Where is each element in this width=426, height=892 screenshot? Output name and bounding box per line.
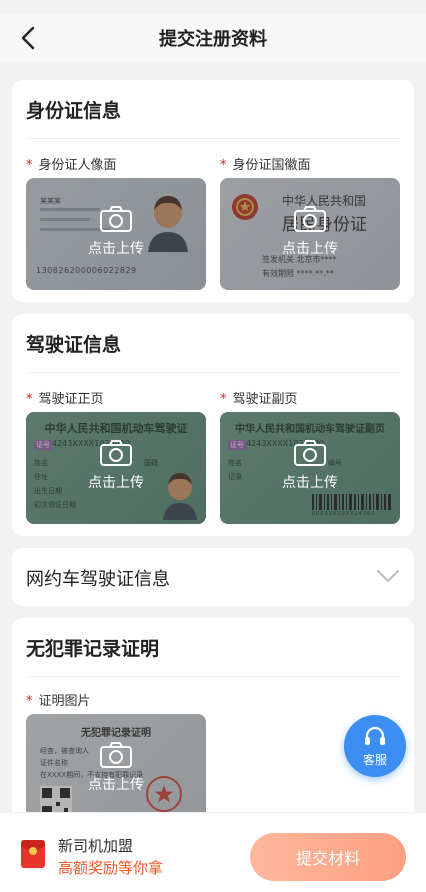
criminal-photo-label-text: 证明图片 bbox=[38, 694, 91, 709]
divider bbox=[26, 676, 400, 677]
criminal-photo-label: * 证明图片 bbox=[26, 690, 91, 709]
headset-icon bbox=[365, 726, 385, 745]
dl-main-label: * 驾驶证正页 bbox=[26, 388, 104, 407]
ride-hailing-section[interactable]: 网约车驾驶证信息 bbox=[12, 548, 414, 606]
required-star: * bbox=[220, 392, 227, 407]
camera-icon bbox=[294, 206, 326, 232]
section-title-driver-license: 驾驶证信息 bbox=[26, 334, 122, 356]
id-back-label: * 身份证国徽面 bbox=[220, 154, 311, 173]
upload-overlay bbox=[26, 412, 206, 524]
chevron-left-icon bbox=[21, 26, 35, 50]
section-title-ride-hailing: 网约车驾驶证信息 bbox=[26, 569, 170, 590]
customer-service-button[interactable]: 客服 bbox=[344, 715, 406, 777]
nav-bar: 提交注册资料 bbox=[0, 14, 426, 62]
section-title-criminal-record: 无犯罪记录证明 bbox=[26, 638, 160, 660]
upload-overlay bbox=[26, 178, 206, 290]
camera-icon bbox=[100, 206, 132, 232]
camera-icon bbox=[294, 440, 326, 466]
upload-text: 点击上传 bbox=[282, 241, 338, 257]
required-star: * bbox=[26, 392, 33, 407]
id-card-section: 身份证信息 * 身份证人像面 * 身份证国徽面 某某某 13082620000602… bbox=[12, 80, 414, 302]
divider bbox=[26, 138, 400, 139]
dl-sub-label: * 驾驶证副页 bbox=[220, 388, 298, 407]
promo-line-1: 新司机加盟 bbox=[58, 837, 134, 855]
divider bbox=[26, 372, 400, 373]
submit-button[interactable]: 提交材料 bbox=[250, 833, 406, 881]
id-front-label-text: 身份证人像面 bbox=[38, 158, 117, 173]
upload-text: 点击上传 bbox=[282, 475, 338, 491]
required-star: * bbox=[26, 158, 33, 173]
dl-main-upload[interactable]: 中华人民共和国机动车驾驶证 证号 4243XXXX1020000 姓名 国籍 住… bbox=[26, 412, 206, 524]
bottom-bar: 新司机加盟 高额奖励等你拿 提交材料 bbox=[0, 812, 426, 892]
dl-sub-label-text: 驾驶证副页 bbox=[232, 392, 298, 407]
page-title: 提交注册资料 bbox=[159, 29, 267, 50]
dl-sub-upload[interactable]: 中华人民共和国机动车驾驶证副页 证号 4243XXXX1020000 姓名 编号… bbox=[220, 412, 400, 524]
customer-service-label: 客服 bbox=[362, 753, 387, 767]
upload-text: 点击上传 bbox=[88, 475, 144, 491]
upload-overlay bbox=[220, 178, 400, 290]
dl-main-label-text: 驾驶证正页 bbox=[38, 392, 104, 407]
status-bar bbox=[0, 0, 426, 14]
red-envelope-icon bbox=[21, 840, 45, 868]
upload-text: 点击上传 bbox=[88, 241, 144, 257]
back-button[interactable] bbox=[12, 22, 44, 54]
required-star: * bbox=[220, 158, 227, 173]
id-front-upload[interactable]: 某某某 130826200006022829 点击上传 bbox=[26, 178, 206, 290]
upload-overlay bbox=[220, 412, 400, 524]
promo-line-2: 高额奖励等你拿 bbox=[58, 859, 164, 877]
camera-icon bbox=[100, 742, 132, 768]
camera-icon bbox=[100, 440, 132, 466]
id-front-label: * 身份证人像面 bbox=[26, 154, 117, 173]
section-title-id-card: 身份证信息 bbox=[26, 100, 122, 122]
upload-text: 点击上传 bbox=[88, 777, 144, 793]
id-back-upload[interactable]: 中华人民共和国 居民身份证 签发机关 北京市**** 有效期限 ****.**.… bbox=[220, 178, 400, 290]
required-star: * bbox=[26, 694, 33, 709]
id-back-label-text: 身份证国徽面 bbox=[232, 158, 311, 173]
chevron-down-icon[interactable] bbox=[376, 568, 400, 584]
driver-license-section: 驾驶证信息 * 驾驶证正页 * 驾驶证副页 中华人民共和国机动车驾驶证 证号 424… bbox=[12, 314, 414, 536]
